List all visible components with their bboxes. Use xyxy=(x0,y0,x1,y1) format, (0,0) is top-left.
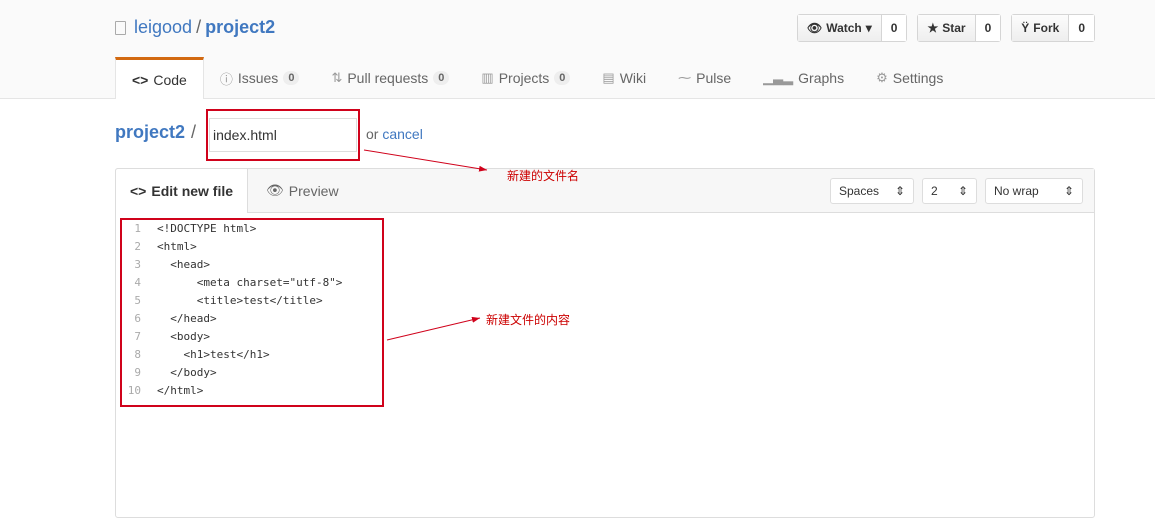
annotation-arrows xyxy=(363,149,488,341)
content-arrow xyxy=(386,316,481,341)
filename-arrow xyxy=(363,149,488,172)
content-annotation: 新建文件的内容 xyxy=(486,313,571,327)
filename-annotation: 新建的文件名 xyxy=(507,169,580,183)
